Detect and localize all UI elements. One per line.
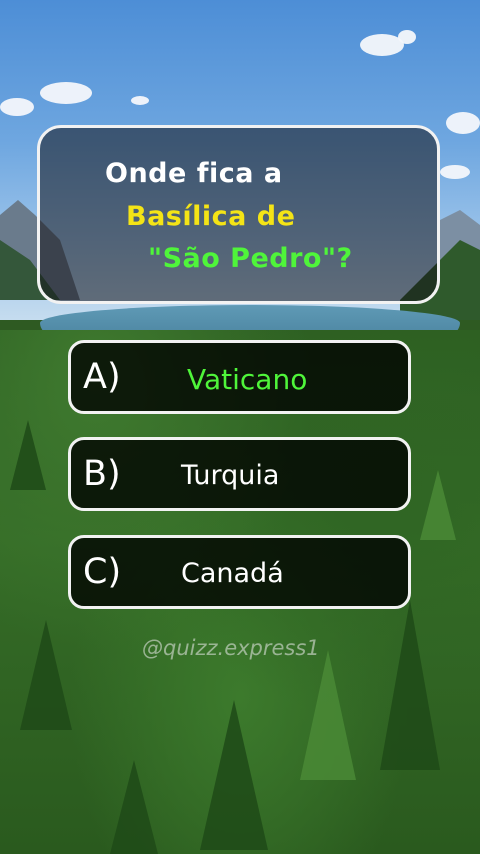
- option-c-button[interactable]: C) Canadá: [68, 535, 411, 609]
- tree: [110, 760, 158, 854]
- tree: [200, 700, 268, 850]
- tree: [10, 420, 46, 490]
- option-a-button[interactable]: A) Vaticano: [68, 340, 411, 414]
- option-letter: A): [83, 357, 121, 397]
- tree: [420, 470, 456, 540]
- option-letter: B): [83, 454, 121, 494]
- option-b-button[interactable]: B) Turquia: [68, 437, 411, 511]
- question-line-1: Onde fica a: [105, 158, 283, 189]
- option-letter: C): [83, 552, 122, 592]
- tree: [380, 600, 440, 770]
- watermark: @quizz.express1: [142, 636, 320, 660]
- question-line-3: "São Pedro"?: [148, 243, 353, 274]
- tree: [300, 650, 356, 780]
- option-text: Vaticano: [187, 363, 308, 396]
- question-card: Onde fica a Basílica de "São Pedro"?: [37, 125, 440, 304]
- tree: [20, 620, 72, 730]
- option-text: Turquia: [181, 460, 280, 491]
- question-line-2: Basílica de: [126, 201, 296, 232]
- option-text: Canadá: [181, 558, 284, 589]
